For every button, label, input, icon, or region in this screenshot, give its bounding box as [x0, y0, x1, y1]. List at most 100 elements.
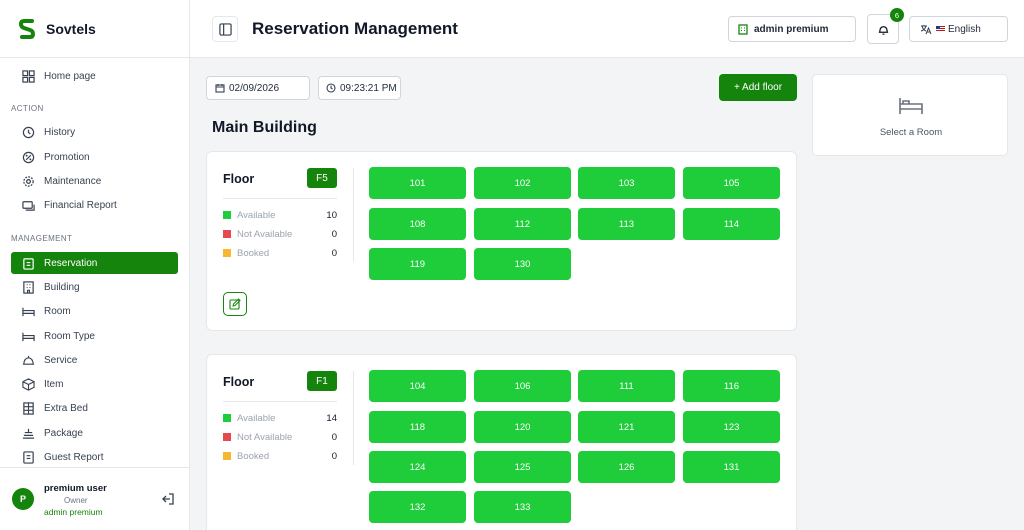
- translate-icon: [920, 24, 932, 34]
- stat-value: 10: [326, 209, 337, 221]
- promotion-icon: [21, 150, 35, 164]
- room-button[interactable]: 123: [683, 411, 780, 443]
- sidebar-item-label: Promotion: [44, 151, 90, 163]
- user-profile: P premium user Owner admin premium: [0, 467, 190, 530]
- user-account: admin premium: [44, 507, 103, 517]
- page-title: Reservation Management: [252, 19, 458, 38]
- room-button[interactable]: 132: [369, 491, 466, 523]
- room-button[interactable]: 102: [474, 167, 571, 199]
- sidebar-item-label: Room Type: [44, 330, 95, 342]
- stat-booked: Booked 0: [223, 247, 337, 259]
- stat-label: Not Available: [237, 228, 293, 240]
- room-button[interactable]: 121: [578, 411, 675, 443]
- room-button[interactable]: 112: [474, 208, 571, 240]
- section-label-action: ACTION: [11, 104, 44, 113]
- logout-icon[interactable]: [161, 492, 175, 506]
- panel-icon: [218, 22, 232, 36]
- stat-label: Available: [237, 412, 276, 424]
- room-button[interactable]: 108: [369, 208, 466, 240]
- room-button[interactable]: 104: [369, 370, 466, 402]
- room-button[interactable]: 103: [578, 167, 675, 199]
- date-input[interactable]: 02/09/2026: [206, 76, 310, 100]
- floor-divider: [223, 198, 337, 199]
- sidebar-item-financial-report[interactable]: Financial Report: [11, 194, 178, 216]
- user-role: Owner: [64, 496, 88, 505]
- not-available-swatch: [223, 433, 231, 441]
- edit-floor-button[interactable]: [223, 292, 247, 316]
- room-button[interactable]: 119: [369, 248, 466, 280]
- sidebar-item-label: Service: [44, 354, 78, 366]
- building-title: Main Building: [212, 119, 317, 136]
- room-button[interactable]: 126: [578, 451, 675, 483]
- app-name: Sovtels: [46, 20, 96, 37]
- sidebar-item-reservation[interactable]: Reservation: [11, 252, 178, 274]
- room-button[interactable]: 114: [683, 208, 780, 240]
- history-icon: [21, 125, 35, 139]
- room-button[interactable]: 111: [578, 370, 675, 402]
- add-floor-button[interactable]: + Add floor: [719, 74, 797, 101]
- stat-label: Available: [237, 209, 276, 221]
- sidebar-toggle-button[interactable]: [212, 16, 238, 42]
- sidebar-item-home[interactable]: Home page: [11, 65, 178, 87]
- language-selector[interactable]: English: [909, 16, 1008, 42]
- sidebar-item-label: Room: [44, 305, 71, 317]
- room-button[interactable]: 105: [683, 167, 780, 199]
- sidebar-item-service[interactable]: Service: [11, 349, 178, 371]
- room-button[interactable]: 113: [578, 208, 675, 240]
- floor-card-f1: Floor F1 Available 14 Not Available 0 Bo…: [206, 354, 797, 530]
- floor-divider: [223, 401, 337, 402]
- date-value: 02/09/2026: [229, 82, 280, 94]
- room-button[interactable]: 116: [683, 370, 780, 402]
- room-button[interactable]: 124: [369, 451, 466, 483]
- floor-card-f5: Floor F5 Available 10 Not Available 0 Bo…: [206, 151, 797, 331]
- account-selector[interactable]: admin premium: [728, 16, 856, 42]
- dashboard-icon: [21, 69, 35, 83]
- room-button[interactable]: 106: [474, 370, 571, 402]
- user-name: premium user: [44, 483, 107, 494]
- room-button[interactable]: 101: [369, 167, 466, 199]
- brand: Sovtels: [0, 0, 190, 58]
- stat-label: Not Available: [237, 431, 293, 443]
- account-name: admin premium: [754, 23, 829, 35]
- sidebar-item-guest-report[interactable]: Guest Report: [11, 446, 178, 468]
- edit-icon: [229, 298, 241, 310]
- floor-badge: F1: [307, 371, 337, 391]
- package-icon: [21, 426, 35, 440]
- sidebar-item-maintenance[interactable]: Maintenance: [11, 170, 178, 192]
- select-room-text: Select a Room: [879, 127, 943, 138]
- sidebar-item-item[interactable]: Item: [11, 373, 178, 395]
- sidebar-item-promotion[interactable]: Promotion: [11, 146, 178, 168]
- sidebar-item-room[interactable]: Room: [11, 300, 178, 322]
- stat-value: 14: [326, 412, 337, 424]
- vertical-divider: [353, 168, 354, 262]
- header: Reservation Management admin premium 6 E…: [190, 0, 1024, 58]
- sovtels-logo-icon: [18, 18, 36, 39]
- time-value: 09:23:21 PM: [340, 82, 397, 94]
- stat-available: Available 10: [223, 209, 337, 221]
- sidebar-item-building[interactable]: Building: [11, 276, 178, 298]
- avatar: P: [12, 488, 34, 510]
- room-button[interactable]: 130: [474, 248, 571, 280]
- room-button[interactable]: 131: [683, 451, 780, 483]
- stat-available: Available 14: [223, 412, 337, 424]
- clock-icon: [326, 83, 336, 93]
- grid-icon: [21, 401, 35, 415]
- stat-value: 0: [331, 450, 337, 462]
- room-button[interactable]: 133: [474, 491, 571, 523]
- sidebar-item-label: Guest Report: [44, 451, 104, 463]
- sidebar-item-history[interactable]: History: [11, 121, 178, 143]
- stat-value: 0: [331, 228, 337, 240]
- room-button[interactable]: 125: [474, 451, 571, 483]
- sidebar-item-package[interactable]: Package: [11, 422, 178, 444]
- sidebar-item-label: Package: [44, 427, 83, 439]
- available-swatch: [223, 211, 231, 219]
- bed-icon: [21, 329, 35, 343]
- room-button[interactable]: 120: [474, 411, 571, 443]
- sidebar-item-room-type[interactable]: Room Type: [11, 325, 178, 347]
- time-input[interactable]: 09:23:21 PM: [318, 76, 401, 100]
- building-icon: [738, 23, 748, 35]
- room-button[interactable]: 118: [369, 411, 466, 443]
- stat-label: Booked: [237, 450, 270, 462]
- booked-swatch: [223, 452, 231, 460]
- sidebar-item-extra-bed[interactable]: Extra Bed: [11, 397, 178, 419]
